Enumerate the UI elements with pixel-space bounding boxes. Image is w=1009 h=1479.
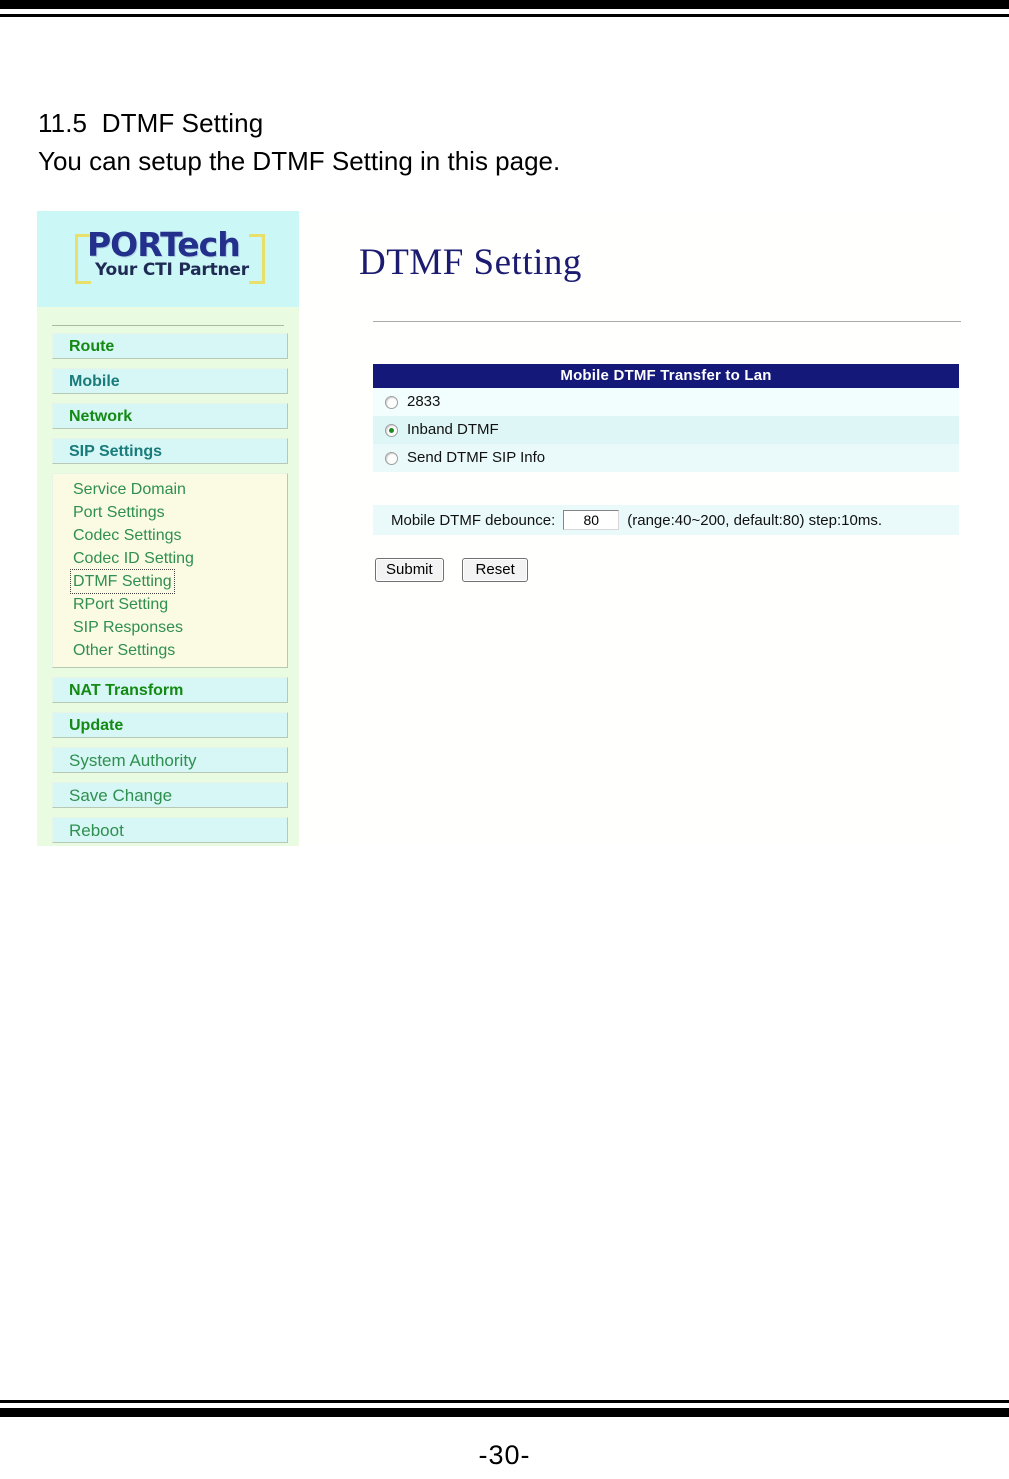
sidebar-item-label: Save Change [69, 786, 173, 805]
sidebar-item-system-authority[interactable]: System Authority [52, 747, 288, 773]
sidebar-subitem-codec-settings[interactable]: Codec Settings [71, 524, 184, 547]
sidebar-menu: Route Mobile Network SIP Settings Servic… [52, 333, 288, 852]
debounce-label: Mobile DTMF debounce: [391, 511, 556, 529]
embedded-screenshot: PORTech Your CTI Partner Route Mobile Ne… [37, 211, 961, 846]
radio-send-dtmf-sip-info[interactable] [385, 451, 398, 465]
option-label: 2833 [407, 393, 441, 410]
submenu-row: Codec Settings [71, 524, 287, 547]
table-row-inband-dtmf[interactable]: Inband DTMF [373, 416, 959, 444]
sidebar-subitem-other-settings[interactable]: Other Settings [71, 639, 177, 662]
portech-logo: PORTech Your CTI Partner [75, 227, 265, 291]
logo-bracket-right-icon [249, 234, 265, 284]
sidebar-item-label: Update [69, 717, 124, 734]
submenu-row: RPort Setting [71, 593, 287, 616]
table-header: Mobile DTMF Transfer to Lan [373, 364, 959, 388]
logo-banner: PORTech Your CTI Partner [37, 211, 299, 307]
title-divider [373, 321, 961, 322]
submenu-row: DTMF Setting [70, 569, 287, 594]
dtmf-settings-table: Mobile DTMF Transfer to Lan 2833 Inband … [373, 364, 959, 472]
logo-word-por: POR [87, 225, 161, 264]
page-title: DTMF Setting [359, 242, 582, 283]
submenu-row: Other Settings [71, 639, 287, 662]
sidebar-subitem-dtmf-setting[interactable]: DTMF Setting [70, 569, 175, 594]
option-label: Inband DTMF [407, 421, 499, 438]
submenu-row: Port Settings [71, 501, 287, 524]
sidebar-submenu-sip: Service Domain Port Settings Codec Setti… [52, 473, 288, 668]
submenu-row: SIP Responses [71, 616, 287, 639]
sidebar-item-label: SIP Settings [69, 443, 163, 460]
sidebar-item-label: System Authority [69, 751, 197, 770]
sidebar-item-label: Reboot [69, 821, 124, 840]
sidebar-item-network[interactable]: Network [52, 403, 288, 429]
debounce-row: Mobile DTMF debounce: (range:40~200, def… [373, 505, 959, 535]
section-description: You can setup the DTMF Setting in this p… [38, 146, 561, 176]
logo-tagline: Your CTI Partner [95, 260, 249, 280]
sidebar-subitem-service-domain[interactable]: Service Domain [71, 478, 188, 501]
option-label: Send DTMF SIP Info [407, 449, 546, 466]
reset-button[interactable]: Reset [462, 558, 529, 582]
logo-wordmark: PORTech [87, 225, 241, 264]
logo-word-tech: Tech [160, 225, 241, 264]
sidebar-item-save-change[interactable]: Save Change [52, 782, 288, 808]
section-heading: 11.5 DTMF Setting [38, 108, 264, 138]
form-actions: Submit Reset [375, 558, 542, 582]
sidebar-divider [52, 325, 284, 326]
debounce-note: (range:40~200, default:80) step:10ms. [627, 511, 883, 529]
submenu-row: Codec ID Setting [71, 547, 287, 570]
sidebar-item-nat-transform[interactable]: NAT Transform [52, 677, 288, 703]
sidebar-item-update[interactable]: Update [52, 712, 288, 738]
sidebar-subitem-codec-id-setting[interactable]: Codec ID Setting [71, 547, 196, 570]
sidebar-item-sip-settings[interactable]: SIP Settings [52, 438, 288, 464]
submit-button[interactable]: Submit [375, 558, 444, 582]
sidebar-item-route[interactable]: Route [52, 333, 288, 359]
sidebar: PORTech Your CTI Partner Route Mobile Ne… [37, 211, 299, 846]
table-row-2833[interactable]: 2833 [373, 388, 959, 416]
sidebar-item-label: Mobile [69, 373, 120, 390]
main-content: DTMF Setting Mobile DTMF Transfer to Lan… [299, 211, 961, 846]
submenu-row: Service Domain [71, 478, 287, 501]
sidebar-subitem-rport-setting[interactable]: RPort Setting [71, 593, 170, 616]
debounce-input[interactable] [563, 510, 620, 530]
sidebar-subitem-sip-responses[interactable]: SIP Responses [71, 616, 185, 639]
sidebar-item-label: Network [69, 408, 133, 425]
sidebar-item-reboot[interactable]: Reboot [52, 817, 288, 843]
radio-inband-dtmf[interactable] [385, 423, 398, 437]
radio-2833[interactable] [385, 395, 398, 409]
sidebar-item-mobile[interactable]: Mobile [52, 368, 288, 394]
page-bottom-rule [0, 1400, 1009, 1417]
sidebar-item-label: Route [69, 338, 115, 355]
page-top-rule [0, 0, 1009, 17]
rule-thick-bar [0, 0, 1009, 9]
sidebar-item-label: NAT Transform [69, 682, 184, 699]
rule-thin-bar [0, 14, 1009, 17]
rule-thick-bar [0, 1408, 1009, 1417]
table-row-send-dtmf-sip-info[interactable]: Send DTMF SIP Info [373, 444, 959, 472]
sidebar-subitem-port-settings[interactable]: Port Settings [71, 501, 167, 524]
page-number: -30- [478, 1440, 531, 1470]
